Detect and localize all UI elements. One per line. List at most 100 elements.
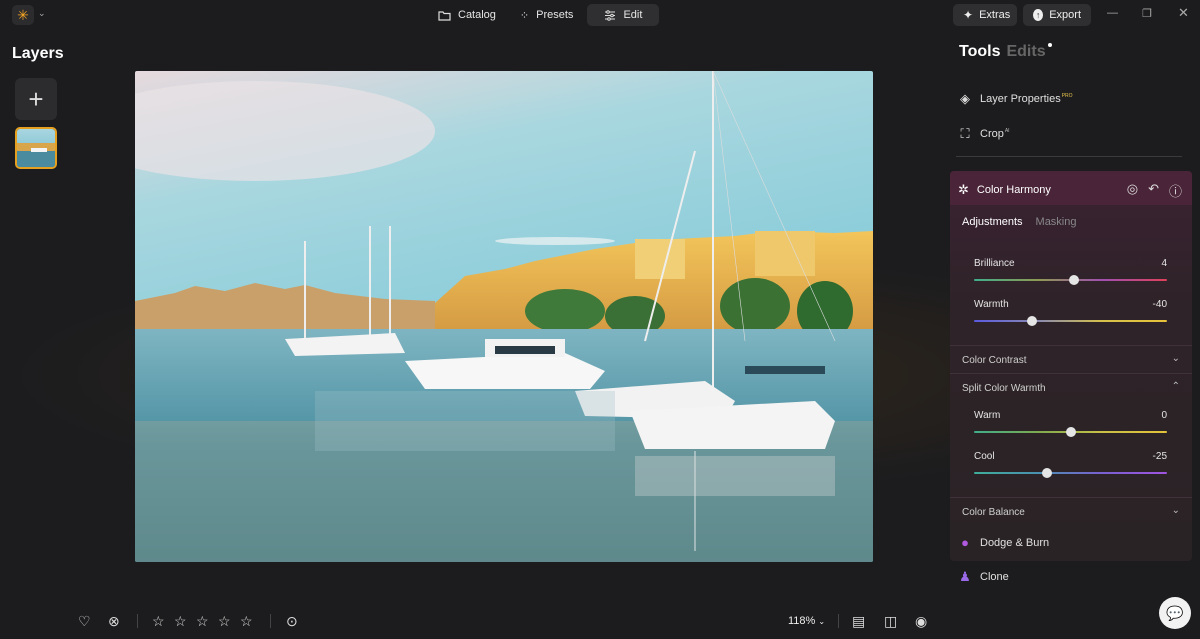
extras-button[interactable]: ✦ Extras [953,4,1017,26]
color-contrast-label: Color Contrast [962,355,1027,366]
warm-value: 0 [1161,410,1167,421]
layer-properties-label: Layer Properties [980,93,1061,105]
star-3-icon[interactable]: ☆ [196,613,209,630]
tab-masking[interactable]: Masking [1036,216,1077,228]
heart-icon[interactable]: ♡ [78,613,91,630]
cool-slider[interactable] [974,468,1167,478]
dodge-burn-label: Dodge & Burn [980,536,1050,549]
star-5-icon[interactable]: ☆ [240,613,253,630]
color-harmony-subtabs: Adjustments Masking [962,216,1077,228]
color-harmony-title: Color Harmony [976,184,1051,196]
nav-edit-button[interactable]: Edit [587,4,660,26]
warm-slider-handle[interactable] [1065,427,1076,437]
star-2-icon[interactable]: ☆ [174,613,187,630]
nav-presets-label: Presets [536,9,574,21]
maximize-icon[interactable]: ❐ [1142,7,1152,20]
crop-label: Crop [980,128,1004,140]
zoom-dropdown[interactable]: 118% ⌄ [788,615,825,627]
color-contrast-section[interactable]: Color Contrast ⌄ [950,345,1192,373]
export-label: Export [1049,9,1081,21]
layers-stack-icon: ◈ [960,91,970,106]
main-nav: Catalog ⁘ Presets Edit [428,4,660,26]
plus-icon: + [28,83,44,114]
warmth-slider-handle[interactable] [1026,316,1037,326]
export-button[interactable]: ↑ Export [1023,4,1091,26]
tool-dodge-burn[interactable]: ● Dodge & Burn [958,535,1049,550]
cool-value: -25 [1152,451,1167,462]
color-harmony-header[interactable]: ✲ Color Harmony ◎ ↶ ⓘ [950,171,1192,205]
brilliance-slider-handle[interactable] [1069,275,1080,285]
reject-icon[interactable]: ⊗ [108,613,120,630]
color-balance-label: Color Balance [962,507,1025,518]
tab-tools[interactable]: Tools [959,43,1000,60]
crop-icon: ⛶ [960,126,970,141]
nav-edit-label: Edit [623,9,643,21]
compare-icon[interactable]: ◫ [884,613,897,630]
droplet-icon: ● [961,535,969,550]
brilliance-value: 4 [1161,258,1167,269]
warmth-label: Warmth [974,299,1009,310]
chevron-down-icon: ⌄ [1171,353,1180,364]
chevron-down-icon[interactable]: ⌄ [38,8,46,19]
nav-catalog-label: Catalog [458,9,496,21]
split-color-warmth-label: Split Color Warmth [962,383,1046,394]
top-bar: ✳ ⌄ Catalog ⁘ Presets Edit ✦ Extras ↑ Ex… [0,0,1200,30]
divider [956,156,1182,157]
cool-slider-handle[interactable] [1042,468,1053,478]
chevron-up-icon: ⌃ [1171,381,1180,392]
tool-crop[interactable]: ⛶ CropAI [958,126,1010,142]
warmth-value: -40 [1152,299,1167,310]
chevron-down-icon: ⌄ [1171,505,1180,516]
nav-presets-button[interactable]: ⁘ Presets [510,4,584,26]
extras-label: Extras [979,9,1011,21]
chat-icon: 💬 [1166,604,1184,621]
minimize-icon[interactable]: — [1107,7,1118,19]
sparkle-icon: ✦ [963,8,974,22]
photo-canvas[interactable] [135,71,873,562]
star-4-icon[interactable]: ☆ [218,613,231,630]
ai-badge: AI [1004,128,1010,134]
nav-catalog-button[interactable]: Catalog [428,4,506,26]
tool-layer-properties[interactable]: ◈ Layer PropertiesPRO [958,91,1073,107]
brilliance-label: Brilliance [974,258,1015,269]
add-layer-button[interactable]: + [15,78,57,120]
pro-badge: PRO [1061,93,1073,99]
divider [137,614,138,628]
info-icon[interactable]: ⓘ [1169,181,1182,200]
preview-eye-icon[interactable]: ◉ [915,613,927,630]
zoom-value: 118% [788,615,816,627]
tool-clone[interactable]: ♟ Clone [958,569,1009,585]
chat-help-button[interactable]: 💬 [1159,597,1191,629]
visibility-eye-icon[interactable]: ◎ [1127,181,1138,200]
split-color-warmth-section[interactable]: Split Color Warmth ⌃ [950,373,1192,401]
photo-image [135,71,873,562]
layer-thumbnail[interactable] [15,127,57,169]
histogram-icon[interactable]: ▤ [852,613,865,630]
magic-wand-icon: ⁘ [519,9,530,22]
color-balance-section[interactable]: Color Balance ⌄ [950,497,1192,525]
tab-edits[interactable]: Edits [1006,43,1045,60]
gear-icon: ✲ [958,182,969,197]
reset-icon[interactable]: ↶ [1148,181,1159,200]
tab-adjustments[interactable]: Adjustments [962,216,1023,228]
panel-tabs: Tools Edits [959,43,1052,61]
brilliance-slider[interactable] [974,275,1167,285]
layers-title: Layers [12,45,64,62]
app-logo[interactable]: ✳ [12,5,34,25]
divider [838,614,839,628]
sun-icon: ✳ [17,6,29,23]
export-icon: ↑ [1033,9,1044,21]
star-1-icon[interactable]: ☆ [152,613,165,630]
more-options-icon[interactable]: ⊙ [286,613,298,630]
sliders-icon [605,9,616,21]
warmth-slider[interactable] [974,316,1167,326]
bottom-toolbar: ♡ ⊗ ☆ ☆ ☆ ☆ ☆ ⊙ 118% ⌄ ▤ ◫ ◉ [0,605,940,637]
clone-label: Clone [980,571,1009,583]
warm-slider[interactable] [974,427,1167,437]
close-icon[interactable]: ✕ [1178,5,1189,21]
chevron-down-icon: ⌄ [818,617,826,626]
color-harmony-panel: ✲ Color Harmony ◎ ↶ ⓘ Adjustments Maskin… [950,171,1192,561]
divider [270,614,271,628]
folder-icon [438,10,451,21]
edits-indicator-dot [1047,43,1052,47]
